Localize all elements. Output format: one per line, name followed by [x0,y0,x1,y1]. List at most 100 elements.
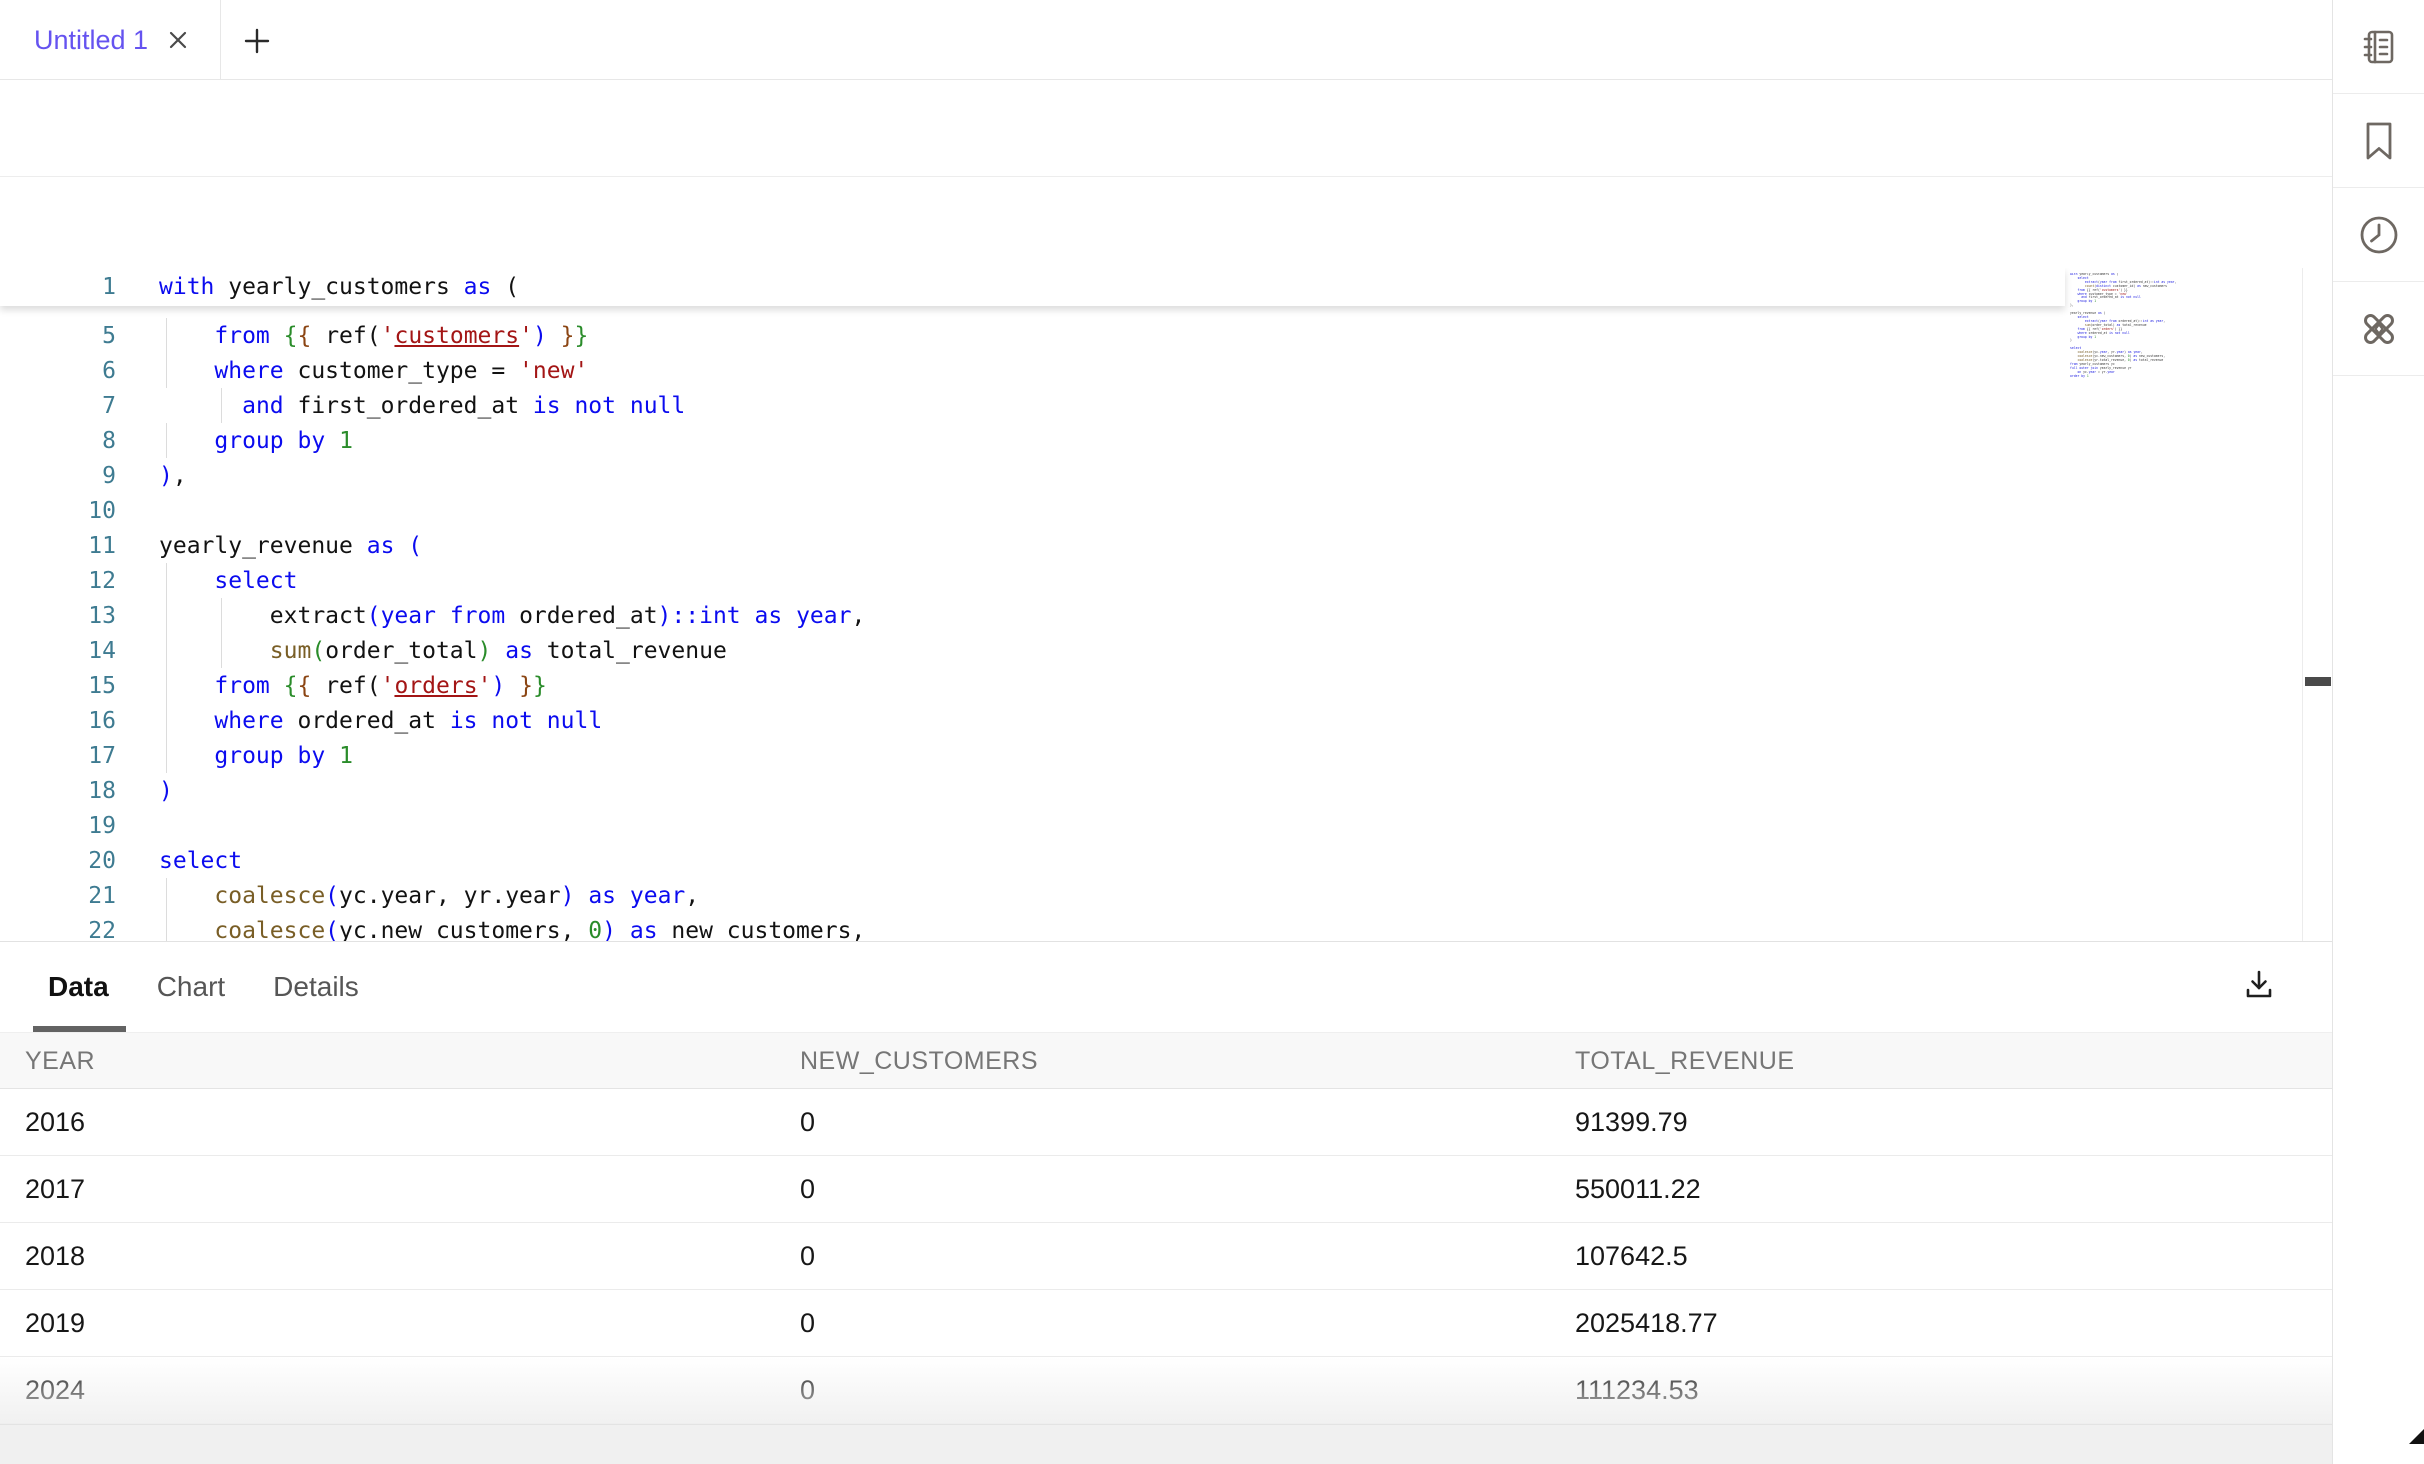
cell: 0 [800,1089,815,1156]
line-number: 12 [0,568,116,594]
line-number: 22 [0,918,116,943]
code-line-22[interactable]: 22 coalesce(yc.new_customers, 0) as new_… [0,913,2333,942]
code-line-12[interactable]: 12 select [0,563,2333,598]
download-results-button[interactable] [2234,960,2284,1010]
toolbar: Develop Run [0,80,2333,177]
cell: 2017 [25,1156,85,1223]
results-tab-details[interactable]: Details [273,971,359,1003]
cell: 2024 [25,1357,85,1424]
line-number: 10 [0,498,116,524]
editor-scrollbar-track[interactable] [2302,268,2333,941]
code-line-5[interactable]: 5 from {{ ref('customers') }} [0,318,2333,353]
line-number: 11 [0,533,116,559]
window-resize-handle[interactable] [2409,1429,2424,1444]
code-text: from {{ ref('customers') }} [159,323,588,349]
table-row: 2016 0 91399.79 [0,1089,2333,1156]
horizontal-scrollbar-track[interactable] [0,1424,2333,1464]
code-line-6[interactable]: 6 where customer_type = 'new' [0,353,2333,388]
line-number: 21 [0,883,116,909]
results-tab-bar: Data Chart Details [0,942,2333,1032]
line-number: 9 [0,463,116,489]
code-text: coalesce(yc.new_customers, 0) as new_cus… [159,918,865,943]
line-number: 20 [0,848,116,874]
line-number: 1 [0,274,116,300]
line-number: 14 [0,638,116,664]
download-icon [2241,967,2277,1003]
cell: 91399.79 [1575,1089,1688,1156]
editor-minimap[interactable]: with yearly_customers as ( select extrac… [2070,273,2192,385]
code-text: group by 1 [159,428,353,454]
right-icon-rail [2332,0,2424,1464]
code-line-18[interactable]: 18) [0,773,2333,808]
tab-untitled-1[interactable]: Untitled 1 [0,0,221,80]
line-number: 7 [0,393,116,419]
cell: 0 [800,1156,815,1223]
code-line-9[interactable]: 9), [0,458,2333,493]
code-line-20[interactable]: 20 select [0,843,2333,878]
code-text: where customer_type = 'new' [159,358,588,384]
column-header-total_revenue: TOTAL_REVENUE [1575,1033,1795,1090]
table-row: 20240111234.53 [0,1357,2333,1424]
line-number: 19 [0,813,116,839]
results-tab-chart[interactable]: Chart [157,971,225,1003]
editor-code-lines: 5 from {{ ref('customers') }}6 where cus… [0,318,2333,942]
line-number: 13 [0,603,116,629]
rail-item-bookmarks[interactable] [2333,94,2424,188]
code-text: from {{ ref('orders') }} [159,673,547,699]
code-line-17[interactable]: 17 group by 1 [0,738,2333,773]
lineage-icon [2357,307,2401,351]
code-text: select [159,848,242,874]
cell: 0 [800,1290,815,1357]
sticky-line-1[interactable]: 1 with yearly_customers as ( [0,268,2065,306]
tab-label: Untitled 1 [34,25,148,56]
table-row: 20170550011.22 [0,1156,2333,1223]
code-line-8[interactable]: 8 group by 1 [0,423,2333,458]
code-line-10[interactable]: 10 [0,493,2333,528]
code-line-21[interactable]: 21 coalesce(yc.year, yr.year) as year, [0,878,2333,913]
code-text: yearly_revenue as ( [159,533,422,559]
sql-editor[interactable]: 5 from {{ ref('customers') }}6 where cus… [0,268,2333,942]
code-text: and first_ordered_at is not null [159,393,685,419]
code-text: with yearly_customers as ( [159,274,519,300]
code-text: extract(year from ordered_at)::int as ye… [159,603,865,629]
app-window: Untitled 1 Develop Run Query completed i… [0,0,2424,1464]
code-line-13[interactable]: 13 extract(year from ordered_at)::int as… [0,598,2333,633]
results-panel: DataChartDetails YEARNEW_CUSTOMERSTOTAL_… [0,942,2333,1464]
table-body: 2016091399.7920170550011.2220180107642.5… [0,1089,2333,1424]
code-text: select [159,568,297,594]
line-number: 5 [0,323,116,349]
tab-bar: Untitled 1 [0,0,2333,80]
code-text: sum(order_total) as total_revenue [159,638,727,664]
column-header-year: YEAR [25,1033,95,1090]
rail-item-history[interactable] [2333,188,2424,282]
cell: 2019 [25,1290,85,1357]
cell: 2018 [25,1223,85,1290]
code-line-11[interactable]: 11 yearly_revenue as ( [0,528,2333,563]
results-tab-data[interactable]: Data [48,971,109,1003]
code-line-16[interactable]: 16 where ordered_at is not null [0,703,2333,738]
cell: 0 [800,1223,815,1290]
editor-scrollbar-thumb[interactable] [2305,677,2331,686]
code-text: where ordered_at is not null [159,708,602,734]
cell: 2016 [25,1089,85,1156]
notebook-icon [2359,27,2399,67]
line-number: 8 [0,428,116,454]
tab-close-icon[interactable] [166,28,190,52]
line-number: 15 [0,673,116,699]
rail-item-notebook[interactable] [2333,0,2424,94]
code-line-19[interactable]: 19 [0,808,2333,843]
minimap-line: order by 1 [2070,375,2192,379]
line-number: 6 [0,358,116,384]
table-row: 2019 0 2025418.77 [0,1290,2333,1357]
new-tab-button[interactable] [240,24,274,58]
code-line-7[interactable]: 7 and first_ordered_at is not null [0,388,2333,423]
rail-item-lineage[interactable] [2333,282,2424,376]
line-number: 17 [0,743,116,769]
history-icon [2358,214,2400,256]
code-line-14[interactable]: 14 sum(order_total) as total_revenue [0,633,2333,668]
line-number: 18 [0,778,116,804]
code-line-15[interactable]: 15 from {{ ref('orders') }} [0,668,2333,703]
line-number: 16 [0,708,116,734]
status-row: Query completed in 4s Environment: PROD [0,177,2333,268]
cell: 2025418.77 [1575,1290,1718,1357]
